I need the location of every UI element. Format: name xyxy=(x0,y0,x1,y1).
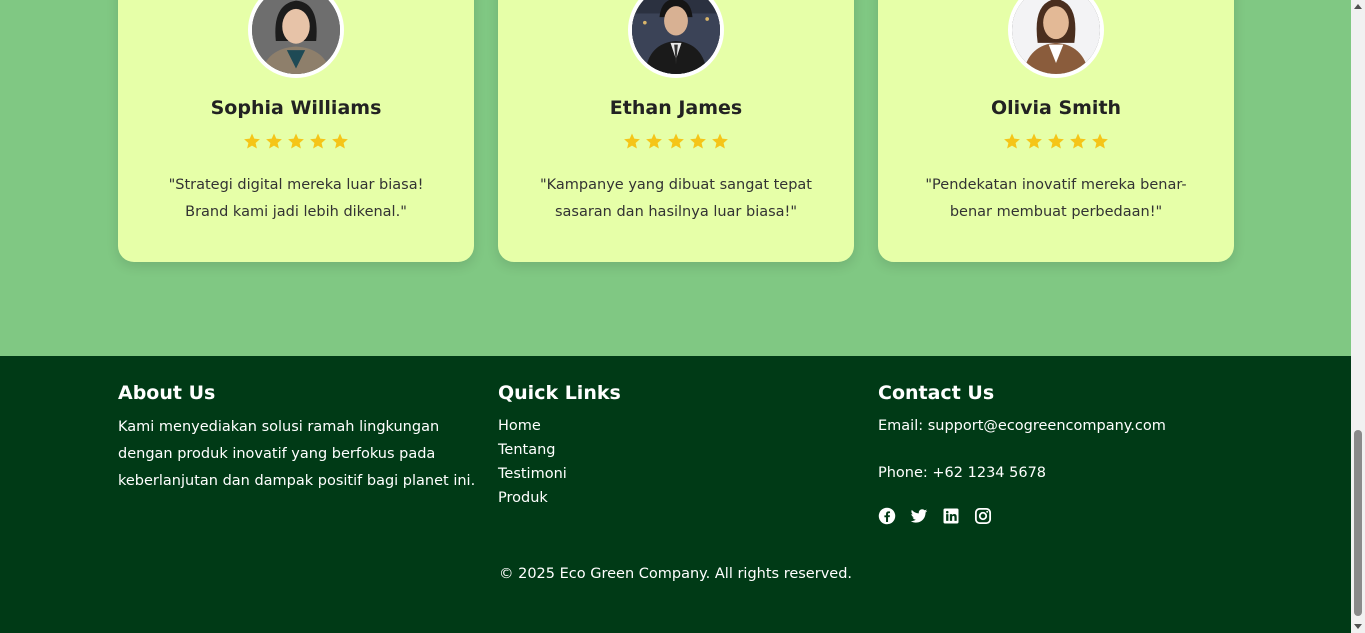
footer-links-list: Home Tentang Testimoni Produk xyxy=(498,414,838,510)
social-links xyxy=(878,507,1238,525)
footer-link-item: Home xyxy=(498,414,838,438)
instagram-icon[interactable] xyxy=(974,507,992,525)
facebook-icon[interactable] xyxy=(878,507,896,525)
testimonials-section: Sophia Williams "Strategi digital mereka… xyxy=(0,0,1351,356)
avatar xyxy=(628,0,724,78)
scroll-up-arrow-icon[interactable] xyxy=(1354,4,1362,9)
star-icon xyxy=(244,133,260,149)
site-footer: About Us Kami menyediakan solusi ramah l… xyxy=(0,356,1351,633)
testimonial-name: Sophia Williams xyxy=(210,97,382,119)
star-icon xyxy=(1092,133,1108,149)
scrollbar-thumb[interactable] xyxy=(1354,430,1362,616)
star-icon xyxy=(266,133,282,149)
footer-about-title: About Us xyxy=(118,382,216,404)
star-icon xyxy=(668,133,684,149)
testimonial-quote: "Kampanye yang dibuat sangat tepat sasar… xyxy=(540,177,812,220)
star-rating xyxy=(878,132,1234,150)
footer-about: About Us Kami menyediakan solusi ramah l… xyxy=(118,380,478,495)
star-icon xyxy=(310,133,326,149)
testimonial-name: Ethan James xyxy=(609,97,743,119)
contact-email: Email: support@ecogreencompany.com xyxy=(878,418,1166,434)
star-icon xyxy=(1026,133,1042,149)
footer-quick-links: Quick Links Home Tentang Testimoni Produ… xyxy=(498,380,838,510)
linkedin-icon[interactable] xyxy=(942,507,960,525)
footer-link-produk[interactable]: Produk xyxy=(498,490,548,506)
star-icon xyxy=(646,133,662,149)
footer-link-item: Tentang xyxy=(498,438,838,462)
star-icon xyxy=(1048,133,1064,149)
contact-phone: Phone: +62 1234 5678 xyxy=(878,465,1047,481)
testimonial-card: Sophia Williams "Strategi digital mereka… xyxy=(118,0,474,262)
avatar-image xyxy=(1012,0,1100,74)
footer-links-title: Quick Links xyxy=(498,382,621,404)
testimonial-quote: "Strategi digital mereka luar biasa! Bra… xyxy=(168,177,424,220)
footer-contact: Contact Us Email: support@ecogreencompan… xyxy=(878,380,1238,525)
footer-about-text: Kami menyediakan solusi ramah lingkungan… xyxy=(118,419,476,489)
testimonial-quote: "Pendekatan inovatif mereka benar-benar … xyxy=(925,177,1187,220)
avatar-image xyxy=(632,0,720,74)
star-icon xyxy=(690,133,706,149)
page-scrollbar[interactable] xyxy=(1351,0,1365,633)
copyright-text: © 2025 Eco Green Company. All rights res… xyxy=(498,566,853,582)
twitter-icon[interactable] xyxy=(910,507,928,525)
footer-link-item: Produk xyxy=(498,486,838,510)
footer-contact-title: Contact Us xyxy=(878,382,995,404)
star-rating xyxy=(498,132,854,150)
footer-link-item: Testimoni xyxy=(498,462,838,486)
star-icon xyxy=(712,133,728,149)
footer-link-testimoni[interactable]: Testimoni xyxy=(498,466,567,482)
avatar-image xyxy=(252,0,340,74)
footer-link-tentang[interactable]: Tentang xyxy=(498,442,555,458)
testimonial-card: Olivia Smith "Pendekatan inovatif mereka… xyxy=(878,0,1234,262)
avatar xyxy=(248,0,344,78)
avatar xyxy=(1008,0,1104,78)
star-icon xyxy=(288,133,304,149)
testimonial-card: Ethan James "Kampanye yang dibuat sangat… xyxy=(498,0,854,262)
star-icon xyxy=(624,133,640,149)
star-icon xyxy=(332,133,348,149)
testimonial-name: Olivia Smith xyxy=(990,97,1122,119)
scroll-down-arrow-icon[interactable] xyxy=(1354,624,1362,629)
star-rating xyxy=(118,132,474,150)
footer-link-home[interactable]: Home xyxy=(498,418,541,434)
star-icon xyxy=(1004,133,1020,149)
star-icon xyxy=(1070,133,1086,149)
